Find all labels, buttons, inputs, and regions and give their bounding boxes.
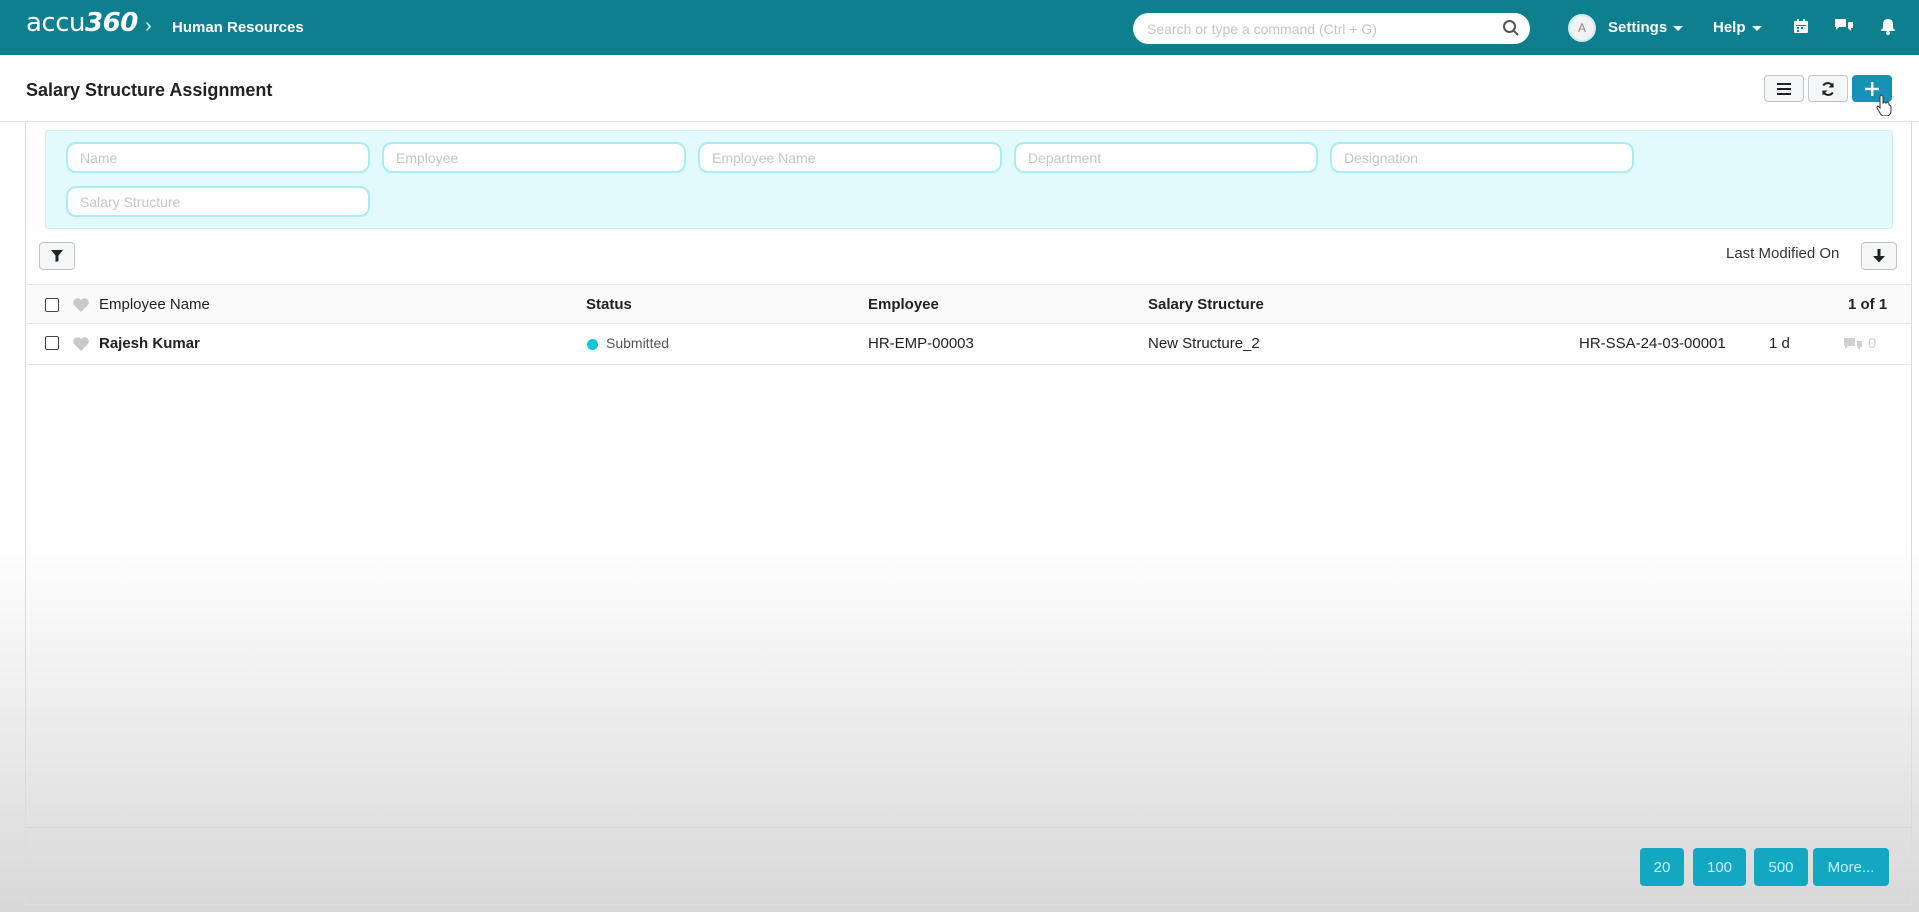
- chevron-down-icon: [1751, 25, 1762, 31]
- list-header: Employee Name Status Employee Salary Str…: [26, 284, 1911, 324]
- employee-name-link[interactable]: Rajesh Kumar: [99, 335, 200, 352]
- search-icon[interactable]: [1502, 19, 1520, 37]
- heart-icon[interactable]: [72, 297, 90, 313]
- page-size-20-button[interactable]: 20: [1640, 848, 1684, 886]
- select-all-checkbox[interactable]: [45, 298, 59, 312]
- refresh-icon: [1822, 81, 1834, 96]
- column-employee-name: Employee Name: [99, 296, 210, 313]
- menu-button[interactable]: [1764, 75, 1804, 102]
- bell-icon[interactable]: [1879, 17, 1897, 35]
- top-navbar: accu360 › Human Resources A Settings Hel…: [0, 0, 1919, 55]
- salary-structure-value: New Structure_2: [1148, 335, 1260, 352]
- search-input[interactable]: [1133, 13, 1530, 44]
- sort-order-button[interactable]: [1861, 242, 1897, 270]
- filter-icon: [51, 250, 63, 262]
- sort-selector[interactable]: Last Modified On: [1726, 245, 1839, 262]
- chat-icon[interactable]: [1834, 17, 1854, 35]
- list-footer-divider: [26, 827, 1911, 828]
- page-size-100-button[interactable]: 100: [1693, 848, 1746, 886]
- logo-text: accu: [26, 8, 86, 38]
- status-dot: [587, 339, 598, 350]
- list-container: Last Modified On Employee Name Status Em…: [25, 122, 1912, 905]
- breadcrumb-chevron-icon: ›: [145, 15, 152, 37]
- settings-label: Settings: [1608, 19, 1668, 36]
- filter-designation-input[interactable]: [1330, 142, 1634, 173]
- row-checkbox[interactable]: [45, 336, 59, 350]
- filter-employee-input[interactable]: [382, 142, 686, 173]
- arrow-down-icon: [1873, 249, 1885, 263]
- status-badge: Submitted: [606, 335, 670, 351]
- table-row[interactable]: Rajesh Kumar Submitted HR-EMP-00003 New …: [26, 324, 1911, 365]
- chevron-down-icon: [1673, 25, 1684, 31]
- help-menu[interactable]: Help: [1713, 19, 1762, 36]
- avatar-initial: A: [1577, 21, 1586, 35]
- record-id[interactable]: HR-SSA-24-03-00001: [1579, 335, 1726, 352]
- page-size-500-button[interactable]: 500: [1754, 848, 1808, 886]
- heart-icon[interactable]: [72, 336, 90, 352]
- refresh-button[interactable]: [1808, 75, 1848, 102]
- more-button[interactable]: More...: [1813, 848, 1889, 886]
- app-logo[interactable]: accu360: [26, 8, 138, 38]
- standard-filters: [45, 130, 1893, 229]
- menu-icon: [1777, 82, 1791, 95]
- filter-department-input[interactable]: [1014, 142, 1318, 173]
- result-count: 1 of 1: [1848, 296, 1888, 313]
- settings-menu[interactable]: Settings: [1608, 19, 1684, 36]
- breadcrumb-human-resources[interactable]: Human Resources: [172, 19, 304, 36]
- help-label: Help: [1713, 19, 1746, 36]
- filter-button[interactable]: [39, 242, 75, 270]
- comment-count: 0: [1868, 335, 1877, 352]
- comment-icon: [1844, 338, 1862, 350]
- modified-time: 1 d: [1769, 335, 1790, 352]
- page-header: Salary Structure Assignment: [0, 55, 1919, 122]
- filter-salary-structure-input[interactable]: [66, 186, 370, 217]
- employee-id: HR-EMP-00003: [868, 335, 974, 352]
- filter-name-input[interactable]: [66, 142, 370, 173]
- column-employee: Employee: [868, 296, 939, 313]
- hand-cursor-icon: [1876, 94, 1892, 116]
- page-title: Salary Structure Assignment: [26, 80, 273, 100]
- filter-employee-name-input[interactable]: [698, 142, 1002, 173]
- calendar-icon[interactable]: [1792, 17, 1810, 35]
- logo-number: 360: [85, 8, 138, 38]
- column-salary-structure: Salary Structure: [1148, 296, 1264, 313]
- column-status: Status: [586, 296, 632, 313]
- avatar[interactable]: A: [1568, 14, 1596, 42]
